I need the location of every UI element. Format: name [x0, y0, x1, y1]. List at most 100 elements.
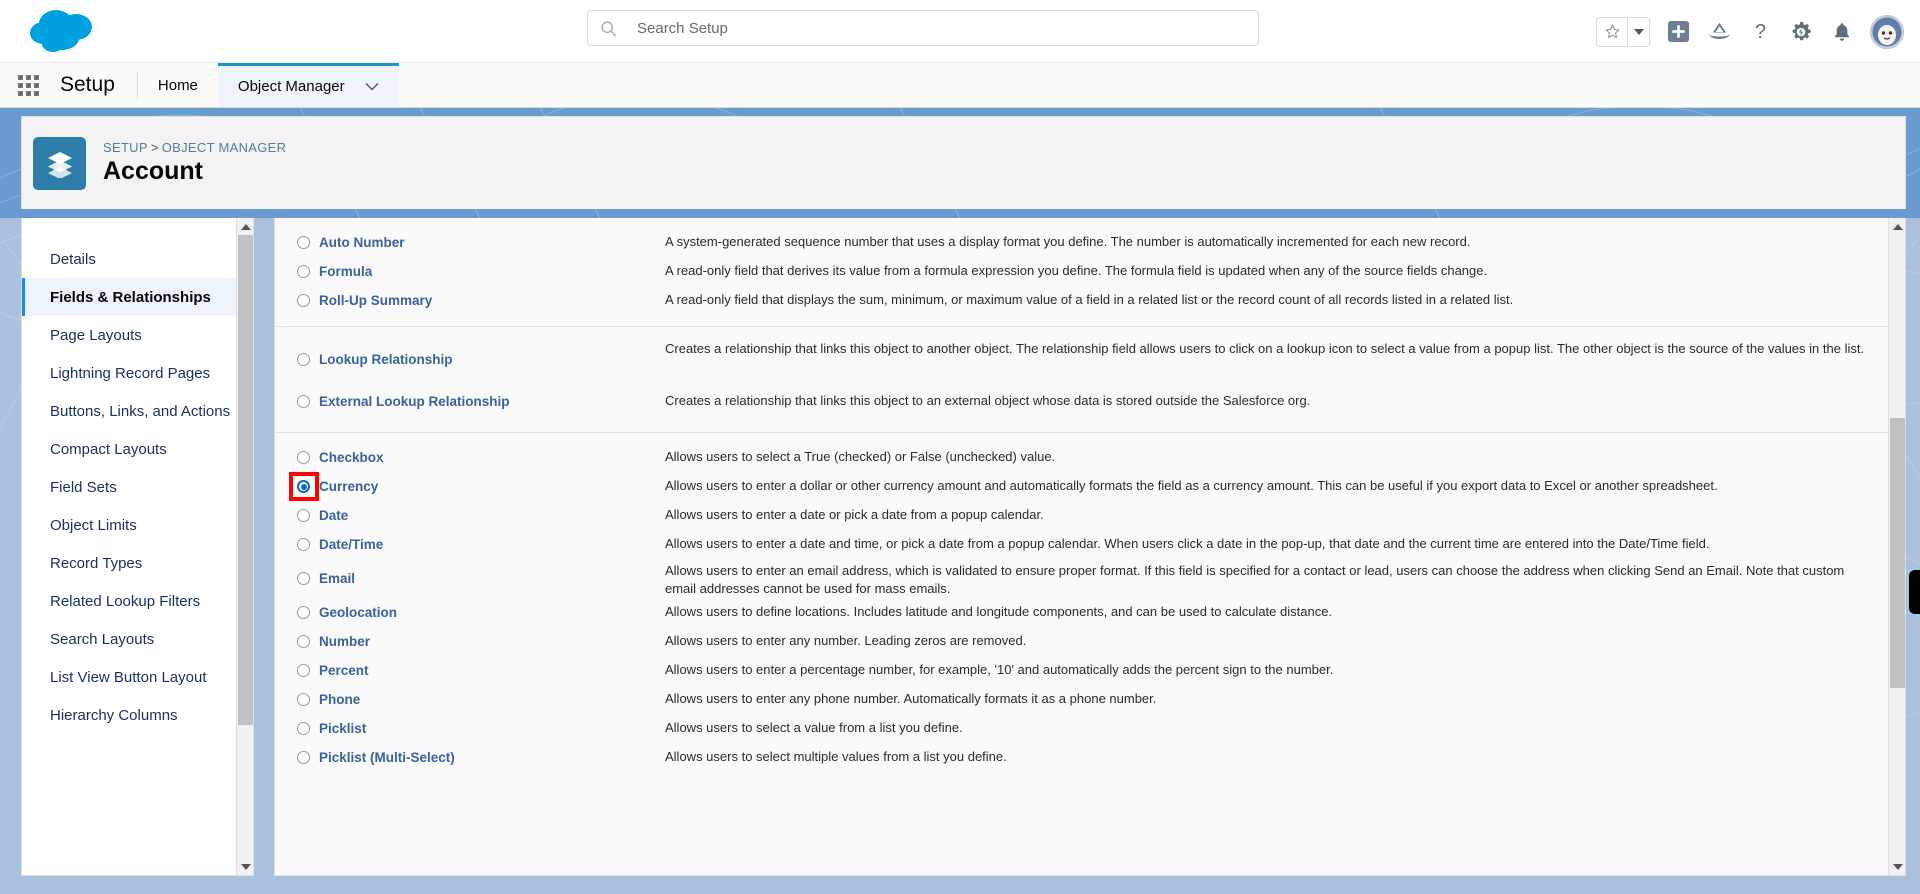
sidebar-item-page-layouts[interactable]: Page Layouts	[22, 316, 236, 354]
object-layers-icon	[33, 136, 86, 190]
header-icon-group: ?	[1596, 0, 1904, 63]
field-type-description: Allows users to enter any number. Leadin…	[665, 633, 1027, 649]
field-type-label[interactable]: Checkbox	[319, 450, 384, 465]
page-title: Account	[103, 157, 203, 186]
radio-phone[interactable]	[297, 693, 310, 706]
radio-date-time[interactable]	[297, 538, 310, 551]
sidebar-item-lightning-record-pages[interactable]: Lightning Record Pages	[22, 354, 236, 392]
field-type-option-date-time[interactable]: Date/Time	[297, 530, 665, 559]
radio-currency[interactable]	[297, 480, 310, 493]
favorites-star-icon[interactable]	[1597, 18, 1627, 46]
radio-checkbox[interactable]	[297, 451, 310, 464]
sidebar-scrollbar[interactable]	[236, 218, 253, 875]
radio-roll-up-summary[interactable]	[297, 294, 310, 307]
field-type-label[interactable]: Number	[319, 634, 370, 649]
radio-picklist-multi-select[interactable]	[297, 751, 310, 764]
add-icon[interactable]	[1665, 19, 1691, 45]
trailhead-icon[interactable]	[1706, 19, 1732, 45]
sidebar-item-buttons-links-actions[interactable]: Buttons, Links, and Actions	[22, 392, 236, 430]
radio-geolocation[interactable]	[297, 606, 310, 619]
radio-email[interactable]	[297, 572, 310, 585]
field-type-option-roll-up-summary[interactable]: Roll-Up Summary	[297, 286, 665, 315]
field-type-option-checkbox[interactable]: Checkbox	[297, 443, 665, 472]
search-icon	[601, 20, 617, 36]
field-type-option-external-lookup-relationship[interactable]: External Lookup Relationship	[297, 382, 665, 421]
field-type-option-picklist[interactable]: Picklist	[297, 714, 665, 743]
sidebar-scroll-down-icon[interactable]	[237, 858, 253, 875]
radio-date[interactable]	[297, 509, 310, 522]
field-type-option-number[interactable]: Number	[297, 627, 665, 656]
radio-percent[interactable]	[297, 664, 310, 677]
sidebar-item-related-lookup-filters[interactable]: Related Lookup Filters	[22, 582, 236, 620]
help-icon[interactable]: ?	[1747, 19, 1773, 45]
search-input[interactable]	[635, 18, 1246, 38]
field-type-label[interactable]: External Lookup Relationship	[319, 394, 510, 409]
user-avatar[interactable]	[1870, 14, 1904, 49]
radio-lookup-relationship[interactable]	[297, 353, 310, 366]
sidebar-item-field-sets[interactable]: Field Sets	[22, 468, 236, 506]
field-type-option-date[interactable]: Date	[297, 501, 665, 530]
field-type-option-email[interactable]: Email	[297, 559, 665, 598]
field-type-label[interactable]: Lookup Relationship	[319, 352, 453, 367]
sidebar-item-list-view-button-layout[interactable]: List View Button Layout	[22, 658, 236, 696]
field-type-label[interactable]: Geolocation	[319, 605, 397, 620]
breadcrumb-object-manager[interactable]: OBJECT MANAGER	[162, 140, 287, 155]
radio-external-lookup-relationship[interactable]	[297, 395, 310, 408]
field-type-option-geolocation[interactable]: Geolocation	[297, 598, 665, 627]
chevron-down-icon[interactable]	[365, 78, 379, 95]
app-launcher-button[interactable]	[0, 63, 56, 107]
sidebar-item-record-types[interactable]: Record Types	[22, 544, 236, 582]
breadcrumb-setup[interactable]: SETUP	[103, 140, 148, 155]
content-scrollbar-thumb[interactable]	[1890, 418, 1905, 688]
field-type-label[interactable]: Currency	[319, 479, 378, 494]
sidebar-item-label: Compact Layouts	[50, 440, 167, 458]
edge-panel-handle[interactable]	[1909, 570, 1920, 614]
field-type-option-phone[interactable]: Phone	[297, 685, 665, 714]
field-type-label[interactable]: Picklist	[319, 721, 366, 736]
page-banner: SETUP > OBJECT MANAGER Account	[0, 108, 1920, 218]
sidebar-item-search-layouts[interactable]: Search Layouts	[22, 620, 236, 658]
field-type-label[interactable]: Date/Time	[319, 537, 383, 552]
field-type-label[interactable]: Date	[319, 508, 348, 523]
radio-formula[interactable]	[297, 265, 310, 278]
field-type-label[interactable]: Roll-Up Summary	[319, 293, 432, 308]
sidebar-item-object-limits[interactable]: Object Limits	[22, 506, 236, 544]
field-type-label[interactable]: Picklist (Multi-Select)	[319, 750, 455, 765]
radio-number[interactable]	[297, 635, 310, 648]
sidebar-item-details[interactable]: Details	[22, 240, 236, 278]
sidebar-item-compact-layouts[interactable]: Compact Layouts	[22, 430, 236, 468]
radio-picklist[interactable]	[297, 722, 310, 735]
tab-home[interactable]: Home	[138, 63, 218, 107]
sidebar-item-label: Record Types	[50, 554, 143, 572]
field-type-option-percent[interactable]: Percent	[297, 656, 665, 685]
salesforce-logo-link[interactable]	[0, 8, 120, 54]
setup-gear-icon[interactable]	[1788, 19, 1814, 45]
global-search[interactable]	[587, 10, 1259, 46]
field-type-label[interactable]: Email	[319, 571, 355, 586]
content-scroll-down-icon[interactable]	[1889, 858, 1905, 875]
sidebar-item-fields-relationships[interactable]: Fields & Relationships	[22, 278, 236, 316]
sidebar-scroll-up-icon[interactable]	[237, 218, 253, 235]
field-type-label[interactable]: Auto Number	[319, 235, 405, 250]
field-type-option-picklist-multi-select[interactable]: Picklist (Multi-Select)	[297, 743, 665, 772]
sidebar-scrollbar-thumb[interactable]	[238, 235, 253, 725]
field-type-label[interactable]: Percent	[319, 663, 369, 678]
content-scroll-up-icon[interactable]	[1889, 218, 1905, 235]
field-type-option-auto-number[interactable]: Auto Number	[297, 228, 665, 257]
favorites-dropdown-icon[interactable]	[1627, 17, 1649, 46]
tab-object-manager[interactable]: Object Manager	[217, 63, 399, 107]
search-box[interactable]	[587, 10, 1259, 46]
field-type-description: Allows users to enter any phone number. …	[665, 691, 1157, 707]
sidebar-item-hierarchy-columns[interactable]: Hierarchy Columns	[22, 696, 236, 734]
field-type-option-currency[interactable]: Currency	[289, 472, 665, 501]
favorites-control[interactable]	[1596, 16, 1650, 47]
field-type-option-formula[interactable]: Formula	[297, 257, 665, 286]
field-type-label[interactable]: Formula	[319, 264, 372, 279]
field-type-label[interactable]: Phone	[319, 692, 360, 707]
salesforce-cloud-logo-icon	[30, 10, 92, 52]
radio-auto-number[interactable]	[297, 236, 310, 249]
field-type-option-lookup-relationship[interactable]: Lookup Relationship	[297, 337, 665, 382]
field-type-scrollbar[interactable]	[1888, 218, 1905, 875]
field-type-description: Allows users to enter a percentage numbe…	[665, 662, 1334, 678]
notifications-bell-icon[interactable]	[1829, 19, 1855, 45]
